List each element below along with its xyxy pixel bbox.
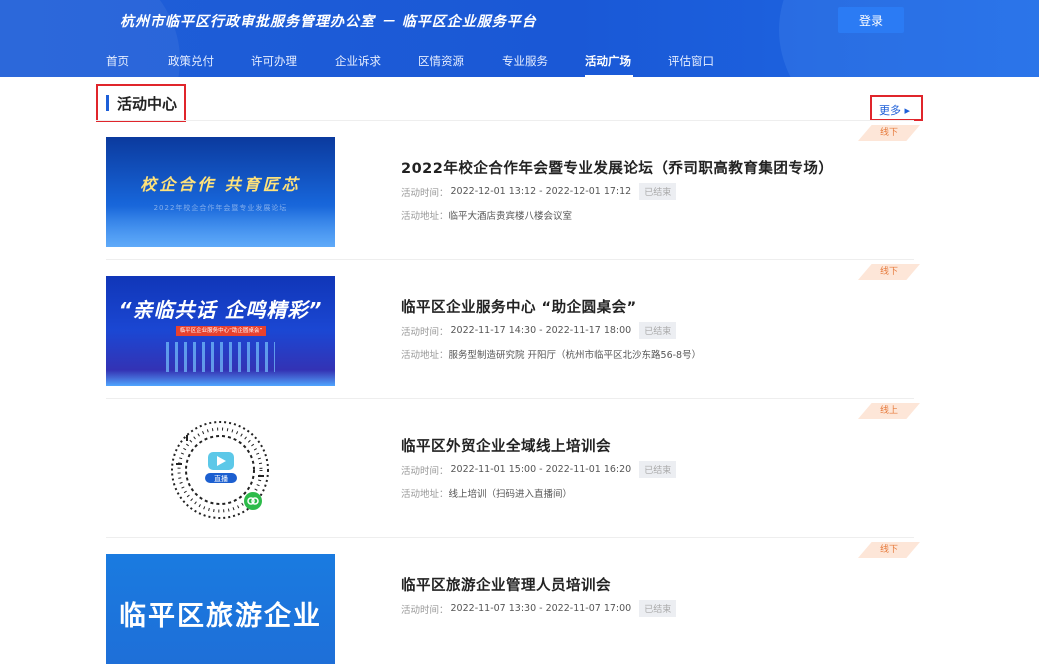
thumbnail-ribbon: 临平区企业服务中心“助企圆桌会” [176, 326, 266, 336]
time-label: 活动时间： [401, 465, 449, 477]
nav-policy[interactable]: 政策兑付 [168, 53, 251, 69]
activity-title[interactable]: 临平区旅游企业管理人员培训会 [401, 574, 611, 595]
activity-item[interactable]: “亲临共话 企鸣精彩” 临平区企业服务中心“助企圆桌会” 临平区企业服务中心 “… [106, 260, 914, 399]
activity-address-row: 活动地址：临平大酒店贵宾楼八楼会议室 [401, 208, 572, 222]
login-button[interactable]: 登录 [838, 7, 904, 33]
activity-thumbnail[interactable]: “亲临共话 企鸣精彩” 临平区企业服务中心“助企圆桌会” [106, 276, 335, 386]
nav-evaluation[interactable]: 评估窗口 [668, 53, 728, 69]
mode-tag-label: 线下 [879, 128, 898, 138]
nav-activities[interactable]: 活动广场 [585, 53, 633, 77]
thumbnail-slogan: “亲临共话 企鸣精彩” [118, 298, 323, 322]
nav-resources[interactable]: 区情资源 [418, 53, 502, 69]
address-value: 服务型制造研究院 开阳厅（杭州市临平区北沙东路56-8号） [448, 350, 702, 361]
thumbnail-slogan: 临平区旅游企业 [119, 601, 322, 632]
mode-tag-label: 线下 [879, 267, 898, 277]
section-header-highlight: 活动中心 [96, 84, 186, 122]
mode-tag: 线下 [858, 542, 920, 558]
address-label: 活动地址： [401, 211, 449, 222]
section-title: 活动中心 [117, 95, 178, 113]
status-badge: 已结束 [639, 322, 677, 339]
mode-tag: 线下 [858, 125, 920, 141]
nav-services[interactable]: 专业服务 [502, 53, 585, 69]
activity-address-row: 活动地址：服务型制造研究院 开阳厅（杭州市临平区北沙东路56-8号） [401, 347, 701, 361]
thumbnail-skyline [166, 342, 275, 372]
status-badge: 已结束 [639, 461, 677, 478]
activity-thumbnail[interactable]: 校企合作 共育匠芯 2022年校企合作年会暨专业发展论坛 [106, 137, 335, 247]
mode-tag: 线下 [858, 264, 920, 280]
time-value: 2022-11-17 14:30 - 2022-11-17 18:00 [450, 325, 632, 336]
main-content: 活动中心 更多 ▸ 校企合作 共育匠芯 2022年校企合作年会暨专业发展论坛 2… [0, 0, 1039, 664]
address-value: 临平大酒店贵宾楼八楼会议室 [448, 211, 573, 222]
mode-tag: 线上 [858, 403, 920, 419]
activity-thumbnail[interactable]: 直播 [106, 415, 335, 525]
activity-item[interactable]: 直播 临平区外贸企业全域线上培训会 活动时间： 2022-11-01 15:00… [106, 399, 914, 538]
activity-item[interactable]: 临平区旅游企业 临平区旅游企业管理人员培训会 活动时间： 2022-11-07 … [106, 538, 914, 664]
thumbnail-subtitle: 2022年校企合作年会暨专业发展论坛 [153, 204, 288, 212]
activity-title[interactable]: 临平区外贸企业全域线上培训会 [401, 435, 611, 456]
activity-item[interactable]: 校企合作 共育匠芯 2022年校企合作年会暨专业发展论坛 2022年校企合作年会… [106, 121, 914, 260]
activity-time-row: 活动时间： 2022-11-07 13:30 - 2022-11-07 17:0… [401, 600, 677, 617]
time-label: 活动时间： [401, 326, 449, 338]
status-badge: 已结束 [639, 183, 677, 200]
main-nav: 首页 政策兑付 许可办理 企业诉求 区情资源 专业服务 活动广场 评估窗口 [106, 53, 728, 77]
activity-address-row: 活动地址：线上培训（扫码进入直播间） [401, 486, 572, 500]
live-label: 直播 [214, 474, 228, 483]
activity-time-row: 活动时间： 2022-12-01 13:12 - 2022-12-01 17:1… [401, 183, 677, 200]
activity-time-row: 活动时间： 2022-11-01 15:00 - 2022-11-01 16:2… [401, 461, 677, 478]
qr-code-icon: 直播 [171, 421, 269, 519]
activity-title[interactable]: 临平区企业服务中心 “助企圆桌会” [401, 296, 637, 317]
thumbnail-slogan: 校企合作 共育匠芯 [140, 175, 301, 194]
activity-thumbnail[interactable]: 临平区旅游企业 [106, 554, 335, 664]
nav-appeal[interactable]: 企业诉求 [335, 53, 418, 69]
status-badge: 已结束 [639, 600, 677, 617]
thumbnail-floor [106, 370, 335, 386]
nav-license[interactable]: 许可办理 [251, 53, 335, 69]
mode-tag-label: 线上 [879, 406, 898, 416]
thumbnail-glow [106, 207, 335, 247]
address-label: 活动地址： [401, 489, 449, 500]
more-link[interactable]: 更多 ▸ [879, 102, 910, 118]
section-accent-bar [106, 95, 109, 111]
activity-title[interactable]: 2022年校企合作年会暨专业发展论坛（乔司职高教育集团专场） [401, 157, 833, 178]
address-label: 活动地址： [401, 350, 449, 361]
site-title[interactable]: 杭州市临平区行政审批服务管理办公室 － 临平区企业服务平台 [120, 11, 537, 31]
nav-home[interactable]: 首页 [106, 53, 168, 69]
activity-time-row: 活动时间： 2022-11-17 14:30 - 2022-11-17 18:0… [401, 322, 677, 339]
time-label: 活动时间： [401, 604, 449, 616]
time-value: 2022-11-01 15:00 - 2022-11-01 16:20 [450, 464, 632, 475]
time-value: 2022-12-01 13:12 - 2022-12-01 17:12 [450, 186, 632, 197]
time-label: 活动时间： [401, 187, 449, 199]
more-highlight: 更多 ▸ [870, 95, 923, 121]
address-value: 线上培训（扫码进入直播间） [448, 489, 573, 500]
mode-tag-label: 线下 [879, 545, 898, 555]
time-value: 2022-11-07 13:30 - 2022-11-07 17:00 [450, 603, 632, 614]
